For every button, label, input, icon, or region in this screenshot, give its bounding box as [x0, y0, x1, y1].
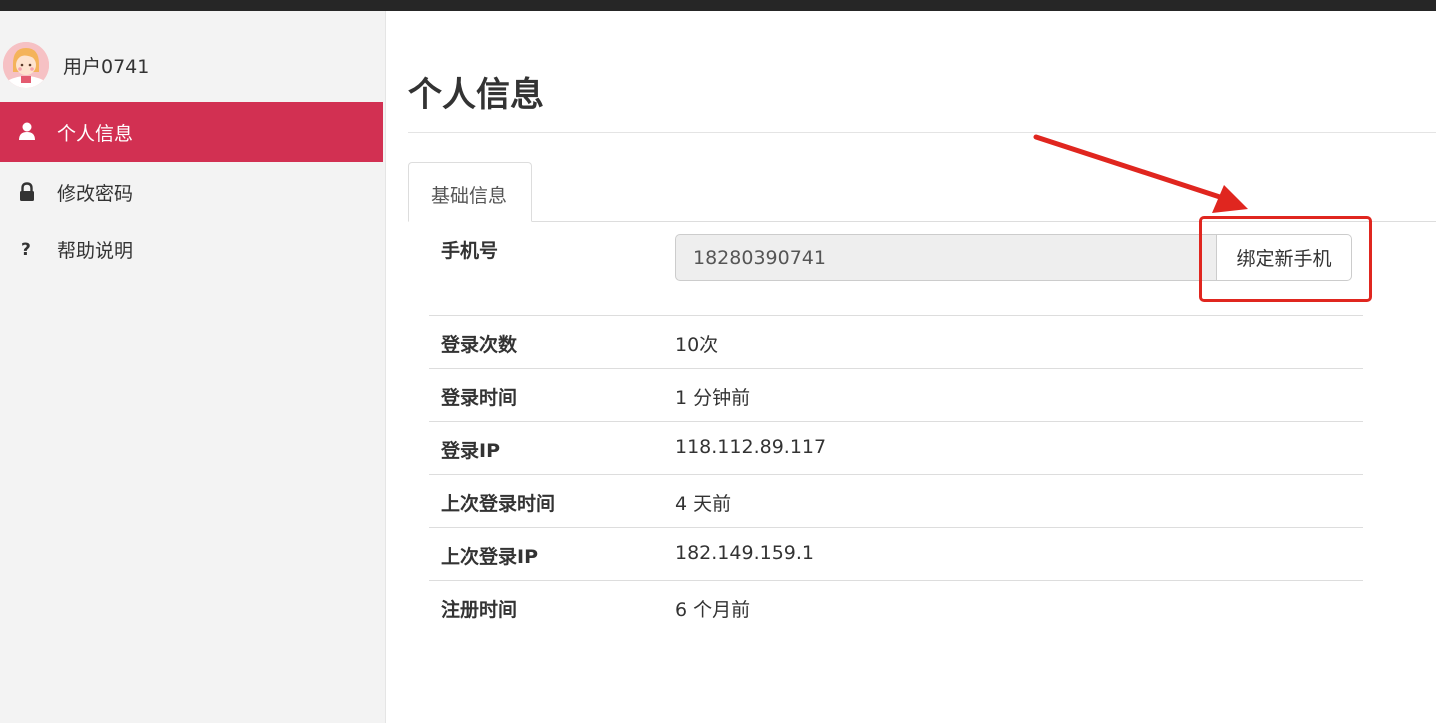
info-value: 10次 — [675, 334, 719, 356]
table-row: 注册时间 6 个月前 — [429, 580, 1363, 633]
username: 用户0741 — [63, 56, 150, 78]
user-icon — [17, 121, 37, 143]
info-key: 上次登录IP — [441, 546, 538, 568]
avatar-girl-icon — [3, 42, 49, 88]
info-value: 182.149.159.1 — [675, 542, 815, 564]
info-key: 登录IP — [441, 440, 500, 462]
sidebar-item-profile[interactable]: 个人信息 — [0, 102, 383, 162]
info-table: 登录次数 10次 登录时间 1 分钟前 登录IP 118.112.89.117 … — [429, 315, 1363, 633]
window-top-bar — [0, 0, 1436, 11]
avatar — [3, 42, 49, 88]
svg-text:?: ? — [21, 240, 31, 260]
info-value: 6 个月前 — [675, 599, 751, 621]
info-key: 登录次数 — [441, 334, 518, 356]
table-row: 登录时间 1 分钟前 — [429, 368, 1363, 421]
user-profile: 用户0741 — [0, 11, 385, 103]
page-title: 个人信息 — [408, 75, 544, 115]
sidebar-item-label: 修改密码 — [57, 183, 134, 205]
phone-field[interactable] — [675, 234, 1217, 281]
lock-icon — [17, 181, 37, 203]
info-value: 118.112.89.117 — [675, 436, 827, 458]
info-key: 注册时间 — [441, 599, 518, 621]
info-value: 1 分钟前 — [675, 387, 751, 409]
divider — [408, 132, 1436, 133]
phone-label: 手机号 — [441, 240, 499, 262]
table-row: 登录次数 10次 — [429, 315, 1363, 368]
sidebar: 用户0741 个人信息 修改密码 ? 帮助说明 — [0, 11, 386, 723]
sidebar-item-label: 帮助说明 — [57, 240, 134, 262]
sidebar-item-label: 个人信息 — [57, 123, 134, 145]
question-icon: ? — [17, 238, 37, 260]
sidebar-item-change-password[interactable]: 修改密码 — [0, 162, 383, 222]
info-key: 上次登录时间 — [441, 493, 556, 515]
table-row: 上次登录IP 182.149.159.1 — [429, 527, 1363, 580]
annotation-arrow-icon — [1033, 134, 1248, 213]
sidebar-item-help[interactable]: ? 帮助说明 — [0, 219, 383, 279]
table-row: 登录IP 118.112.89.117 — [429, 421, 1363, 474]
main-content: 个人信息 基础信息 手机号 绑定新手机 登录次数 10次 登录时间 1 分钟前 … — [386, 11, 1436, 723]
info-key: 登录时间 — [441, 387, 518, 409]
tab-label: 基础信息 — [431, 185, 508, 207]
info-value: 4 天前 — [675, 493, 732, 515]
tab-basic-info[interactable]: 基础信息 — [408, 162, 532, 222]
table-row: 上次登录时间 4 天前 — [429, 474, 1363, 527]
